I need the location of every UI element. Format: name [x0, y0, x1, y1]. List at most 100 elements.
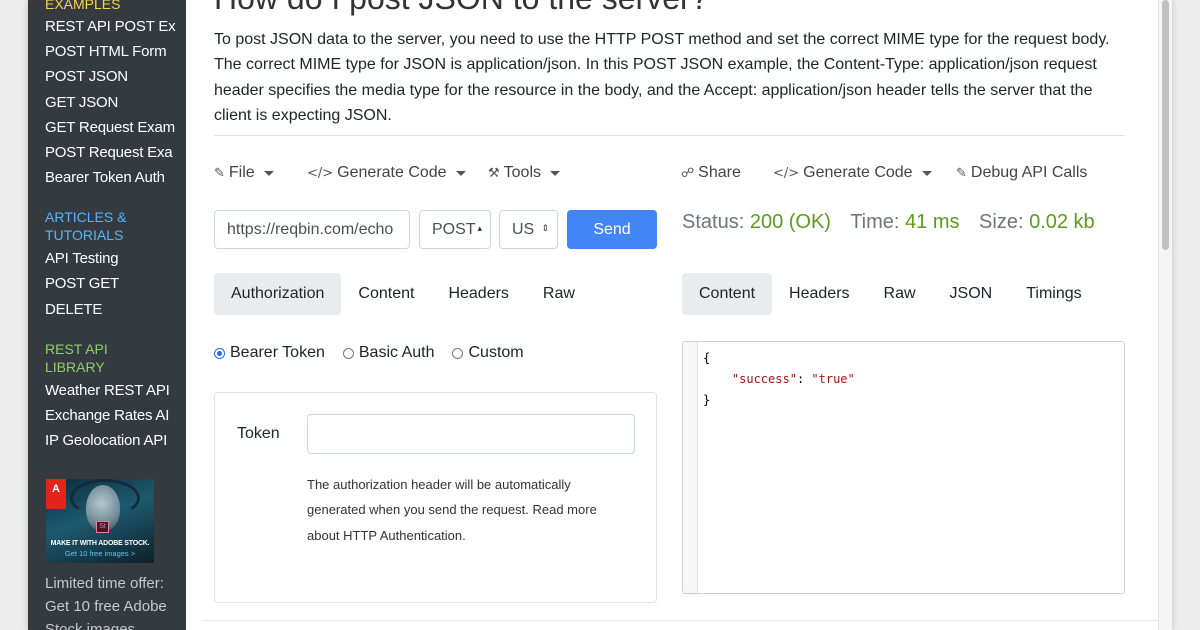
tab-response-content[interactable]: Content: [682, 273, 773, 315]
radio-bearer-token[interactable]: Bearer Token: [214, 344, 325, 362]
chevron-down-icon: [921, 170, 932, 176]
sidebar-item-api-testing[interactable]: API Testing: [45, 249, 185, 269]
sidebar-item-exchange-rates-api[interactable]: Exchange Rates AI: [45, 406, 185, 426]
send-button[interactable]: Send: [567, 210, 657, 249]
token-help-text: The authorization header will be automat…: [307, 477, 597, 543]
page-frame: EXAMPLES REST API POST Ex POST HTML Form…: [28, 0, 1172, 630]
page-scrollbar[interactable]: [1158, 0, 1172, 630]
sidebar-item-post-json[interactable]: POST JSON: [45, 67, 185, 87]
json-separator: :: [796, 372, 812, 386]
time-value: 41 ms: [905, 211, 960, 233]
select-arrows-icon: ⇕: [541, 224, 549, 234]
radio-custom[interactable]: Custom: [452, 344, 524, 362]
response-status: Status: 200 (OK) Time: 41 ms Size: 0.02 …: [682, 211, 1109, 234]
sidebar-heading-library-line2: LIBRARY: [45, 359, 105, 375]
token-label: Token: [237, 425, 280, 442]
intro-paragraph: To post JSON data to the server, you nee…: [214, 31, 1110, 124]
scrollbar-thumb[interactable]: [1162, 0, 1169, 250]
json-open-brace: {: [703, 351, 711, 365]
tab-response-timings[interactable]: Timings: [1009, 273, 1098, 315]
time-label: Time:: [850, 211, 900, 233]
json-key: "success": [731, 372, 797, 386]
sidebar-heading-articles-line1: ARTICLES &: [45, 209, 127, 225]
file-menu[interactable]: ✎ File: [214, 164, 274, 182]
code-icon: </>: [307, 165, 334, 181]
adobe-logo-icon: A: [46, 479, 66, 509]
adobe-stock-ad[interactable]: A St MAKE IT WITH ADOBE STOCK. Get 10 fr…: [46, 479, 154, 563]
sidebar-item-get-request[interactable]: GET Request Exam: [45, 118, 185, 138]
share-label: Share: [698, 164, 741, 181]
generate-code-label: Generate Code: [803, 164, 913, 181]
file-menu-label: File: [228, 164, 255, 181]
chevron-down-icon: [550, 170, 561, 176]
edit-icon: ✎: [214, 165, 225, 181]
region-select-value: US: [512, 221, 535, 238]
page-title: How do I post JSON to the server?: [214, 0, 708, 17]
sidebar-heading-articles-line2: TUTORIALS: [45, 227, 124, 243]
adobe-stock-badge-icon: St: [96, 521, 109, 533]
sidebar-item-delete[interactable]: DELETE: [45, 300, 185, 320]
sidebar-item-post-get[interactable]: POST GET: [45, 274, 185, 294]
radio-unselected-icon: [342, 347, 354, 359]
tab-response-json[interactable]: JSON: [933, 273, 1010, 315]
debug-icon: ✎: [956, 165, 967, 181]
response-tabs: Content Headers Raw JSON Timings: [682, 273, 1099, 315]
token-input[interactable]: [307, 414, 635, 454]
radio-custom-label: Custom: [468, 344, 524, 361]
chevron-down-icon: [455, 170, 466, 176]
generate-code-menu-left[interactable]: </> Generate Code: [307, 164, 466, 182]
sidebar-heading-articles: ARTICLES & TUTORIALS: [45, 208, 126, 244]
request-tabs: Authorization Content Headers Raw: [214, 273, 592, 315]
tools-menu-label: Tools: [503, 164, 542, 181]
code-icon: </>: [773, 165, 800, 181]
sidebar-item-post-request[interactable]: POST Request Exa: [45, 143, 185, 163]
method-select[interactable]: POST ▴: [419, 210, 491, 249]
sidebar-item-get-json[interactable]: GET JSON: [45, 93, 185, 113]
ad-headline: MAKE IT WITH ADOBE STOCK.: [50, 540, 150, 547]
size-label: Size:: [979, 211, 1024, 233]
sidebar-heading-examples: EXAMPLES: [45, 0, 121, 12]
chevron-down-icon: [263, 170, 274, 176]
url-input[interactable]: https://reqbin.com/echo: [214, 210, 410, 249]
share-button[interactable]: ☍ Share: [681, 164, 741, 182]
auth-panel: Token The authorization header will be a…: [214, 392, 657, 603]
region-select[interactable]: US ⇕: [499, 210, 558, 249]
sidebar-item-weather-api[interactable]: Weather REST API: [45, 381, 185, 401]
status-value: 200 (OK): [749, 211, 831, 233]
status-label: Status:: [682, 211, 745, 233]
json-value: "true": [811, 372, 855, 386]
ad-cta: Get 10 free images >: [64, 549, 136, 558]
debug-api-calls-button[interactable]: ✎ Debug API Calls: [956, 164, 1087, 182]
generate-code-label: Generate Code: [337, 164, 447, 181]
sidebar-item-post-html-form[interactable]: POST HTML Form: [45, 42, 185, 62]
generate-code-menu-right[interactable]: </> Generate Code: [773, 164, 932, 182]
tab-response-raw[interactable]: Raw: [867, 273, 933, 315]
radio-basic-auth[interactable]: Basic Auth: [342, 344, 435, 362]
sidebar-item-ip-geolocation-api[interactable]: IP Geolocation API: [45, 431, 185, 451]
promo-line-2: Get 10 free Adobe: [45, 598, 167, 615]
tools-menu[interactable]: ⚒ Tools: [488, 164, 561, 182]
radio-unselected-icon: [452, 347, 464, 359]
tab-authorization[interactable]: Authorization: [214, 273, 342, 315]
response-body-editor[interactable]: { "success": "true" }: [682, 341, 1125, 594]
tab-headers[interactable]: Headers: [431, 273, 525, 315]
size-value: 0.02 kb: [1029, 211, 1095, 233]
radio-basic-auth-label: Basic Auth: [358, 344, 435, 361]
tab-response-headers[interactable]: Headers: [772, 273, 866, 315]
sidebar-item-rest-api-post[interactable]: REST API POST Ex: [45, 17, 185, 37]
json-close-brace: }: [703, 393, 711, 407]
editor-gutter: [683, 342, 698, 593]
sidebar-heading-library-line1: REST API: [45, 341, 108, 357]
wrench-icon: ⚒: [488, 165, 500, 181]
sidebar: EXAMPLES REST API POST Ex POST HTML Form…: [28, 0, 186, 630]
sidebar-item-bearer-token[interactable]: Bearer Token Auth: [45, 168, 185, 188]
tab-raw[interactable]: Raw: [526, 273, 592, 315]
tab-content[interactable]: Content: [341, 273, 431, 315]
radio-bearer-token-label: Bearer Token: [230, 344, 325, 361]
debug-label: Debug API Calls: [970, 164, 1088, 181]
divider: [214, 135, 1125, 136]
promo-line-3: Stock images.: [45, 621, 140, 630]
response-json: { "success": "true" }: [703, 348, 855, 411]
promo-line-1: Limited time offer:: [45, 575, 164, 592]
auth-type-options: Bearer Token Basic Auth Custom: [214, 344, 542, 362]
